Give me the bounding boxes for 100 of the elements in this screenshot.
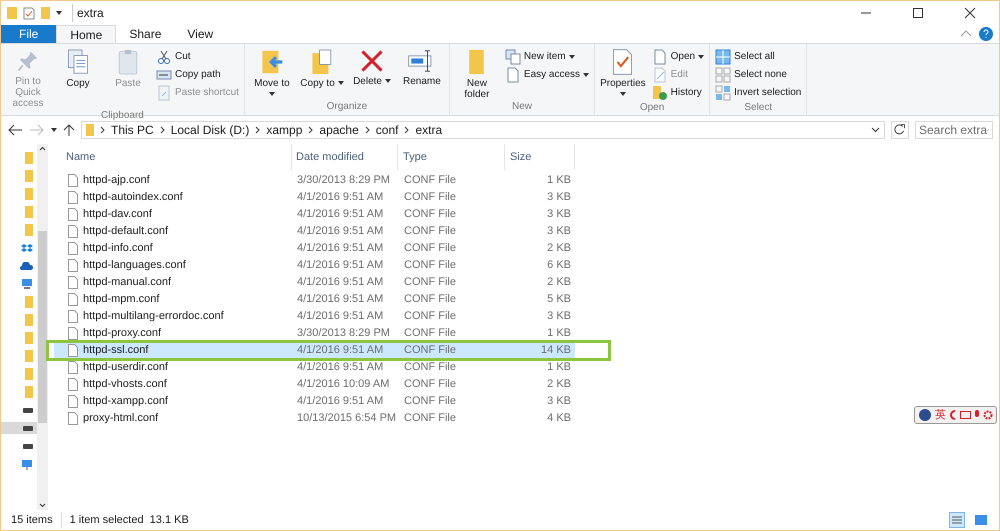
file-row[interactable]: httpd-dav.conf 4/1/2016 9:51 AM CONF File 3 KB [54, 206, 575, 223]
ribbon-button[interactable]: Move to [248, 48, 296, 100]
thumbnail-view-icon[interactable] [973, 512, 989, 528]
folder-copy-icon [310, 48, 334, 76]
breadcrumb[interactable]: conf [376, 121, 398, 139]
file-icon [68, 361, 78, 374]
ribbon-button[interactable]: Properties [598, 48, 648, 101]
size-cell-text: 3 KB [546, 394, 572, 410]
ribbon-button[interactable]: Copy to [298, 48, 346, 100]
file-row[interactable]: httpd-default.conf 4/1/2016 9:51 AM CONF File 3 KB [54, 223, 575, 240]
ribbon-tab[interactable]: Home [56, 25, 116, 43]
file-row[interactable]: httpd-mpm.conf 4/1/2016 9:51 AM CONF File 5 KB [54, 291, 575, 308]
folder-icon [25, 386, 33, 398]
column-header[interactable]: Size [505, 144, 575, 170]
ribbon-button[interactable]: New folder [452, 48, 501, 100]
column-header[interactable]: Date modified [292, 144, 398, 170]
group-label: Clipboard [100, 109, 145, 122]
details-view-icon[interactable] [949, 512, 965, 528]
folder-arrow-icon [260, 48, 284, 76]
group-label: Open [638, 101, 666, 114]
ribbon-button[interactable]: Copy path [154, 66, 241, 83]
chevron-icon [160, 126, 165, 134]
file-icon [68, 327, 78, 340]
cloud-icon [20, 262, 33, 270]
ribbon-button[interactable]: History [650, 84, 706, 101]
back-icon[interactable] [7, 124, 23, 136]
ribbon-button[interactable]: Delete [348, 48, 396, 100]
breadcrumb[interactable]: This PC [111, 121, 154, 139]
properties-icon[interactable] [23, 6, 35, 20]
file-row[interactable]: httpd-autoindex.conf 4/1/2016 9:51 AM CONF File 3 KB [54, 189, 575, 206]
file-icon [68, 310, 78, 323]
file-icon [68, 344, 78, 357]
drive-icon [23, 426, 33, 430]
file-row[interactable]: httpd-info.conf 4/1/2016 9:51 AM CONF File 2 KB [54, 240, 575, 257]
file-icon [68, 225, 78, 238]
ribbon-tab[interactable]: File [1, 25, 56, 43]
select-none-icon [715, 66, 732, 82]
file-row[interactable]: httpd-ajp.conf 3/30/2013 8:29 PM CONF File 1 KB [54, 172, 575, 189]
ribbon-tab[interactable]: View [174, 25, 226, 43]
size-cell-text: 3 KB [546, 207, 572, 222]
file-icon [68, 276, 78, 289]
file-name: httpd-userdir.conf [83, 360, 168, 376]
folder-icon [25, 224, 33, 236]
file-row[interactable]: proxy-html.conf 10/13/2015 6:54 PM CONF File 4 KB [54, 410, 575, 427]
file-row[interactable]: httpd-proxy.conf 3/30/2013 8:29 PM CONF File 1 KB [54, 325, 575, 342]
size-cell-text: 1 KB [546, 326, 572, 342]
scissors-icon [156, 48, 172, 64]
ribbon-button[interactable]: Select all [713, 48, 804, 65]
file-name: httpd-ssl.conf [83, 343, 148, 358]
size-cell-text: 2 KB [546, 241, 572, 256]
breadcrumb[interactable]: apache [319, 121, 359, 139]
breadcrumb[interactable]: extra [415, 121, 442, 139]
nav-item[interactable] [1, 422, 37, 434]
scroll-up-icon[interactable] [39, 146, 46, 151]
file-row[interactable]: httpd-multilang-errordoc.conf 4/1/2016 9:51 AM CONF File 3 KB [54, 308, 575, 325]
file-icon [68, 293, 78, 306]
column-header[interactable]: Type [398, 144, 505, 170]
file-name: httpd-ajp.conf [83, 173, 150, 188]
ribbon-tab[interactable]: Share [116, 25, 174, 43]
item-count: 15 items [11, 512, 62, 528]
file-name: httpd-xampp.conf [83, 394, 168, 410]
date-cell-text: 4/1/2016 9:51 AM [296, 258, 384, 274]
file-name: httpd-dav.conf [83, 207, 152, 222]
column-header[interactable]: Name [54, 144, 292, 170]
ribbon-button[interactable]: Cut [154, 48, 241, 65]
folder-icon [25, 170, 33, 182]
breadcrumb[interactable]: xampp [266, 121, 302, 139]
refresh-icon[interactable] [891, 121, 909, 139]
folder-icon [25, 332, 33, 344]
file-row[interactable]: httpd-manual.conf 4/1/2016 9:51 AM CONF File 2 KB [54, 274, 575, 291]
type-cell-text: CONF File [403, 241, 457, 256]
ribbon-button[interactable]: Select none [713, 66, 804, 83]
ribbon-button[interactable]: Copy [54, 48, 102, 109]
forward-icon[interactable] [29, 124, 45, 136]
breadcrumb[interactable]: Local Disk (D:) [170, 121, 250, 139]
ribbon-button[interactable]: Rename [398, 48, 446, 100]
search-field[interactable]: Search extra [915, 121, 993, 139]
group-label: Select [743, 101, 774, 114]
help-icon[interactable] [979, 27, 993, 41]
date-cell-text: 3/30/2013 8:29 PM [296, 326, 391, 342]
date-cell-text: 4/1/2016 9:51 AM [296, 190, 384, 206]
ribbon-button[interactable]: New item [502, 48, 592, 65]
folder-icon [25, 314, 33, 326]
dropdown-icon[interactable] [871, 127, 880, 133]
file-row[interactable]: httpd-languages.conf 4/1/2016 9:51 AM CONF File 6 KB [54, 257, 575, 274]
address-bar[interactable]: This PC Local Disk (D:) xampp apache conf extra [81, 121, 885, 139]
drive-icon [23, 444, 33, 448]
file-row[interactable]: httpd-vhosts.conf 4/1/2016 10:09 AM CONF File 2 KB [54, 376, 575, 393]
scroll-down-icon[interactable] [39, 503, 46, 508]
up-icon[interactable] [63, 123, 75, 137]
ime-toolbar[interactable]: 英 [914, 406, 997, 424]
edit-icon [652, 66, 668, 82]
ribbon-button[interactable]: Open [650, 48, 706, 65]
file-row[interactable]: httpd-xampp.conf 4/1/2016 9:51 AM CONF File 3 KB [54, 393, 575, 410]
ribbon-button[interactable]: Easy access [502, 66, 592, 83]
ribbon-button[interactable]: Invert selection [713, 84, 804, 101]
file-name: httpd-manual.conf [83, 275, 172, 290]
date-cell-text: 3/30/2013 8:29 PM [296, 173, 391, 188]
scrollbar[interactable] [37, 144, 48, 510]
file-row[interactable]: httpd-userdir.conf 4/1/2016 9:51 AM CONF File 1 KB [54, 359, 575, 376]
